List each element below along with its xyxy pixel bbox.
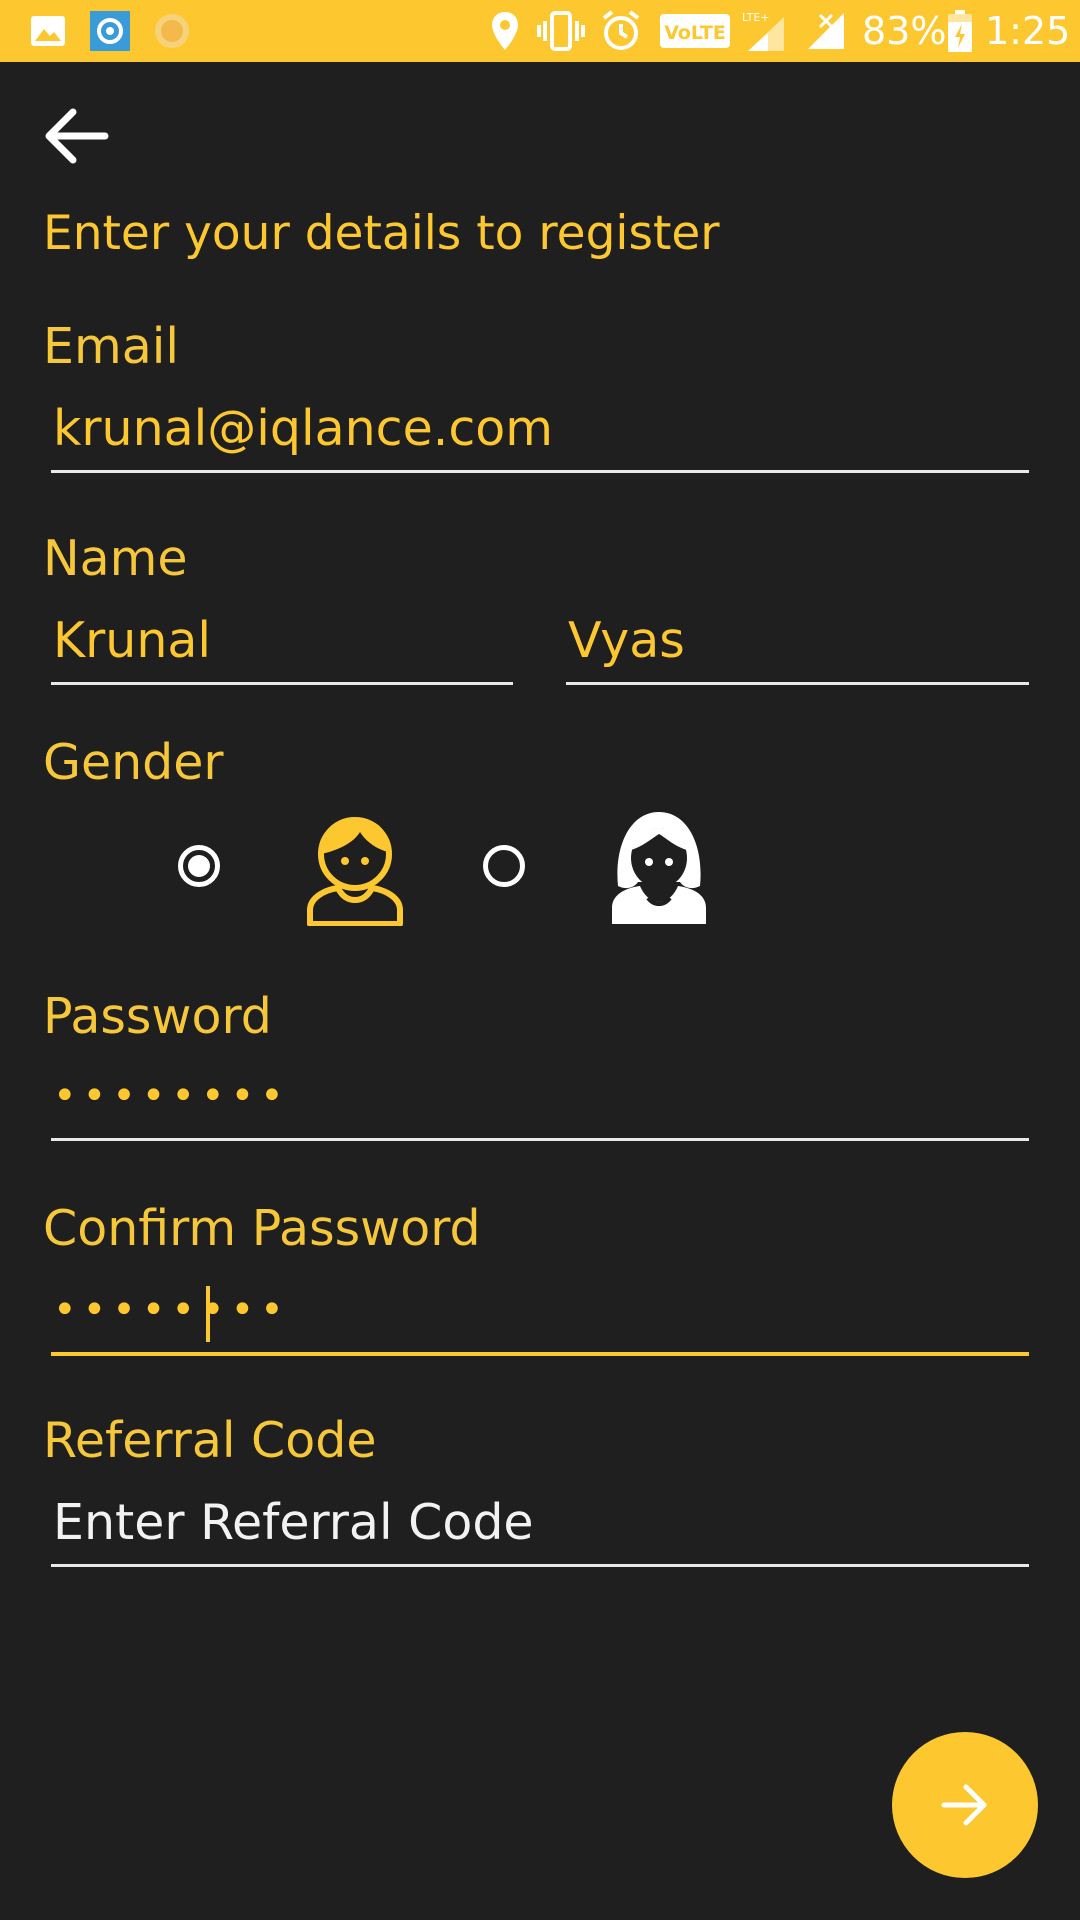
arrow-right-icon (941, 1784, 987, 1826)
referral-code-input[interactable] (51, 1486, 1029, 1567)
password-input[interactable] (51, 1060, 1029, 1141)
confirm-password-input[interactable] (51, 1274, 1029, 1356)
male-avatar-icon[interactable] (300, 806, 410, 930)
signal-icon (804, 0, 848, 62)
lte-signal-icon: LTE+ (740, 0, 790, 62)
svg-text:VoLTE: VoLTE (664, 22, 726, 44)
gender-female-radio[interactable] (483, 845, 525, 887)
back-button[interactable] (40, 100, 112, 172)
photo-app-icon (90, 0, 130, 62)
gender-male-radio[interactable] (178, 845, 220, 887)
battery-percent: 83% (862, 9, 947, 53)
radio-selected-dot (188, 855, 210, 877)
page-title: Enter your details to register (43, 206, 720, 261)
back-arrow-icon (45, 108, 109, 164)
gallery-icon (28, 0, 68, 62)
vibrate-icon (536, 0, 586, 62)
svg-text:LTE+: LTE+ (742, 11, 770, 24)
battery-charging-icon (948, 0, 972, 62)
next-button[interactable] (892, 1732, 1038, 1878)
email-label: Email (43, 318, 179, 375)
alarm-icon (598, 0, 644, 62)
first-name-input[interactable] (51, 604, 513, 685)
sun-app-icon (152, 0, 192, 62)
confirm-password-label: Confirm Password (43, 1200, 481, 1257)
referral-code-label: Referral Code (43, 1412, 377, 1469)
text-cursor (206, 1286, 210, 1342)
last-name-input[interactable] (566, 604, 1029, 685)
location-icon (490, 0, 520, 62)
status-bar: VoLTE LTE+ 83% 1:25 (0, 0, 1080, 62)
volte-icon: VoLTE (660, 0, 730, 62)
email-input[interactable] (51, 392, 1029, 473)
gender-label: Gender (43, 734, 224, 791)
name-label: Name (43, 530, 188, 587)
password-label: Password (43, 988, 272, 1045)
clock: 1:25 (985, 9, 1071, 53)
female-avatar-icon[interactable] (604, 806, 714, 930)
